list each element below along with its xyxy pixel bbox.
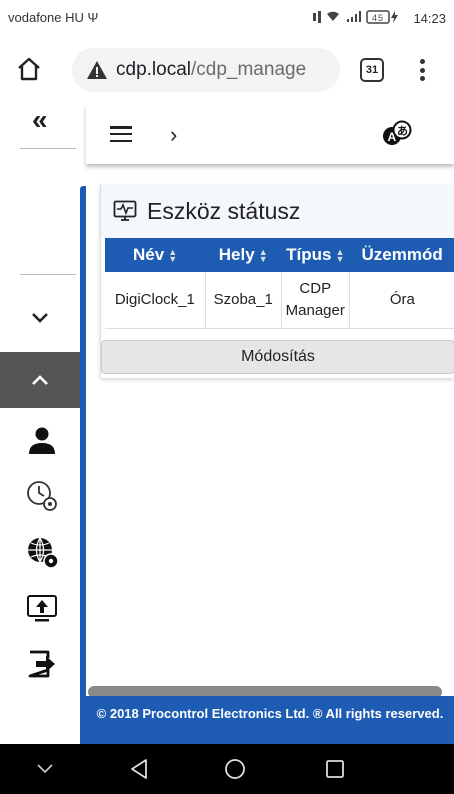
globe-settings-icon: [28, 537, 59, 569]
sidebar-divider: [20, 274, 76, 275]
nav-home-button[interactable]: [222, 756, 248, 782]
nav-back-button[interactable]: [126, 756, 152, 782]
sidebar-item-schedule[interactable]: [24, 478, 60, 514]
svg-text:あ: あ: [397, 125, 408, 138]
sort-icon: ▲ ▼: [335, 246, 345, 264]
app-header: › A あ: [86, 104, 454, 164]
sidebar-item-user[interactable]: [24, 422, 60, 458]
nav-hide-keyboard[interactable]: [32, 756, 58, 782]
chevron-down-icon: [37, 764, 53, 774]
cell-mode: Óra: [348, 272, 454, 328]
battery-level: 45: [372, 13, 384, 23]
cell-name: DigiClock_1: [114, 291, 195, 309]
chevron-down-icon: [32, 313, 48, 323]
warning-icon: [86, 59, 108, 81]
status-table: Név ▲ ▼ Hely ▲ ▼ Típus ▲ ▼ Üzemmód DigiClock_1…: [105, 238, 454, 329]
cell-location: Szoba_1: [204, 272, 282, 328]
home-circle-icon: [225, 759, 245, 779]
language-icon[interactable]: A あ: [382, 120, 412, 148]
url-host: cdp.local: [116, 59, 191, 80]
device-status-panel: Eszköz státusz Név ▲ ▼ Hely ▲ ▼ Típus ▲ ▼ Üzem…: [100, 184, 454, 378]
web-page: « › A あ Eszköz státusz Név ▲ ▼ Hely ▲ ▼ …: [0, 104, 454, 744]
panel-title: Eszköz státusz: [147, 197, 301, 224]
status-icons: 45: [311, 10, 407, 27]
signal-wifi-icon: 45: [313, 10, 399, 24]
cell-type: CDP Manager: [280, 272, 350, 328]
home-icon: [18, 57, 40, 81]
breadcrumb-arrow[interactable]: ›: [170, 122, 177, 148]
recents-icon: [326, 760, 344, 778]
browser-toolbar: cdp.local/cdp_manage 31: [0, 36, 454, 104]
sidebar: «: [0, 104, 86, 744]
sidebar-item-upload[interactable]: [24, 590, 60, 626]
column-header-type[interactable]: Típus ▲ ▼: [281, 238, 350, 272]
sort-icon: ▲ ▼: [168, 246, 178, 264]
logout-icon: [28, 650, 55, 678]
upload-icon: [27, 595, 57, 622]
sort-icon: ▲ ▼: [258, 246, 268, 264]
android-nav-bar: [0, 744, 454, 794]
chevron-up-icon: [32, 375, 48, 385]
back-icon: [131, 759, 147, 779]
sidebar-collapse-up-button[interactable]: [0, 352, 80, 408]
more-vert-icon[interactable]: [412, 56, 432, 84]
browser-home-button[interactable]: [12, 52, 46, 86]
sidebar-expand-down-button[interactable]: [0, 290, 80, 346]
clock-settings-icon: [27, 481, 57, 511]
hamburger-icon[interactable]: [110, 126, 132, 142]
carrier-name: vodafone HU Ψ: [8, 10, 99, 25]
sidebar-item-network[interactable]: [24, 534, 60, 570]
clock: 14:23: [413, 11, 446, 26]
sidebar-divider: [20, 148, 76, 149]
modify-button[interactable]: Módosítás: [101, 340, 454, 374]
url-path: /cdp_manage: [191, 59, 307, 80]
monitor-icon: [113, 200, 137, 221]
column-header-mode[interactable]: Üzemmód: [349, 238, 454, 272]
sidebar-item-logout[interactable]: [24, 646, 60, 682]
footer: © 2018 Procontrol Electronics Ltd. ® All…: [86, 696, 454, 744]
column-header-location[interactable]: Hely ▲ ▼: [205, 238, 282, 272]
address-bar[interactable]: cdp.local/cdp_manage: [72, 48, 340, 92]
table-row[interactable]: DigiClock_1 Szoba_1 CDP Manager Óra: [105, 272, 454, 328]
sidebar-collapse-button[interactable]: «: [32, 106, 48, 134]
column-header-name[interactable]: Név ▲ ▼: [105, 238, 206, 272]
sidebar-accent-bar: [80, 186, 86, 744]
nav-recents-button[interactable]: [322, 756, 348, 782]
status-right: 45 14:23: [311, 10, 446, 27]
user-icon: [29, 427, 55, 454]
android-status-bar: vodafone HU Ψ 45 14:23: [0, 0, 454, 36]
tabs-icon[interactable]: 31: [360, 58, 384, 82]
panel-header: Eszköz státusz: [101, 184, 454, 238]
